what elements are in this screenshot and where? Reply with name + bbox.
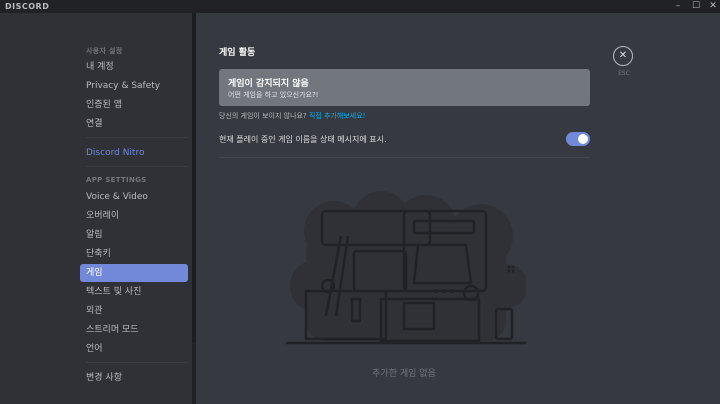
sidebar-item-notifications[interactable]: 알림 [80, 226, 188, 244]
sidebar-item-language[interactable]: 언어 [80, 340, 188, 358]
status-message-toggle[interactable] [566, 132, 590, 146]
settings-sidebar: 사용자 설정 내 계정 Privacy & Safety 인증된 앱 연결 Di… [0, 13, 196, 404]
sidebar-item-connections[interactable]: 연결 [80, 115, 188, 133]
minimize-icon[interactable]: – [670, 0, 686, 13]
title-bar: DISCORD – ☐ ✕ [0, 0, 720, 13]
toggle-knob [578, 134, 588, 144]
sidebar-item-streamer-mode[interactable]: 스트리머 모드 [80, 321, 188, 339]
app-logo: DISCORD [5, 2, 50, 11]
sidebar-item-keybinds[interactable]: 단축키 [80, 245, 188, 263]
esc-label: ESC [618, 70, 630, 77]
sidebar-divider [86, 362, 188, 363]
sidebar-item-voice-video[interactable]: Voice & Video [80, 188, 188, 206]
sidebar-item-games[interactable]: 게임 [80, 264, 188, 282]
sidebar-divider [86, 137, 188, 138]
sidebar-item-authorized-apps[interactable]: 인증된 앱 [80, 96, 188, 114]
sidebar-item-appearance[interactable]: 외관 [80, 302, 188, 320]
close-window-icon[interactable]: ✕ [705, 0, 720, 13]
user-settings-header: 사용자 설정 [86, 47, 123, 55]
close-icon: ✕ [618, 50, 628, 61]
sidebar-item-overlay[interactable]: 오버레이 [80, 207, 188, 225]
arcade-machine-illustration [286, 191, 526, 345]
sidebar-item-nitro[interactable]: Discord Nitro [80, 144, 188, 162]
no-game-title: 게임이 감지되지 않음 [228, 79, 309, 89]
games-settings-panel: 게임 활동 게임이 감지되지 않음 어떤 게임을 하고 있으신가요?! 당신의 … [196, 13, 720, 404]
sidebar-item-text-images[interactable]: 텍스트 및 사진 [80, 283, 188, 301]
sidebar-item-changelog[interactable]: 변경 사항 [80, 369, 188, 387]
add-game-link[interactable]: 직접 추가해보세요! [309, 112, 366, 120]
sidebar-item-privacy[interactable]: Privacy & Safety [80, 77, 188, 95]
status-message-label: 현재 플레이 중인 게임 이름을 상태 메시지에 표시. [219, 135, 387, 144]
close-settings-button[interactable]: ✕ [613, 46, 633, 66]
section-divider [219, 157, 590, 158]
maximize-icon[interactable]: ☐ [688, 0, 704, 13]
hint-text: 당신의 게임이 보이지 않나요? [219, 112, 307, 120]
app-settings-header: APP SETTINGS [86, 176, 147, 184]
no-game-detected-box: 게임이 감지되지 않음 어떤 게임을 하고 있으신가요?! [219, 69, 590, 106]
sidebar-divider [86, 166, 188, 167]
no-games-message: 추가한 게임 없음 [372, 369, 436, 379]
add-game-hint: 당신의 게임이 보이지 않나요? 직접 추가해보세요! [219, 111, 365, 121]
sidebar-item-my-account[interactable]: 내 계정 [80, 58, 188, 76]
page-title: 게임 활동 [219, 48, 256, 58]
no-game-subtitle: 어떤 게임을 하고 있으신가요?! [228, 91, 319, 99]
